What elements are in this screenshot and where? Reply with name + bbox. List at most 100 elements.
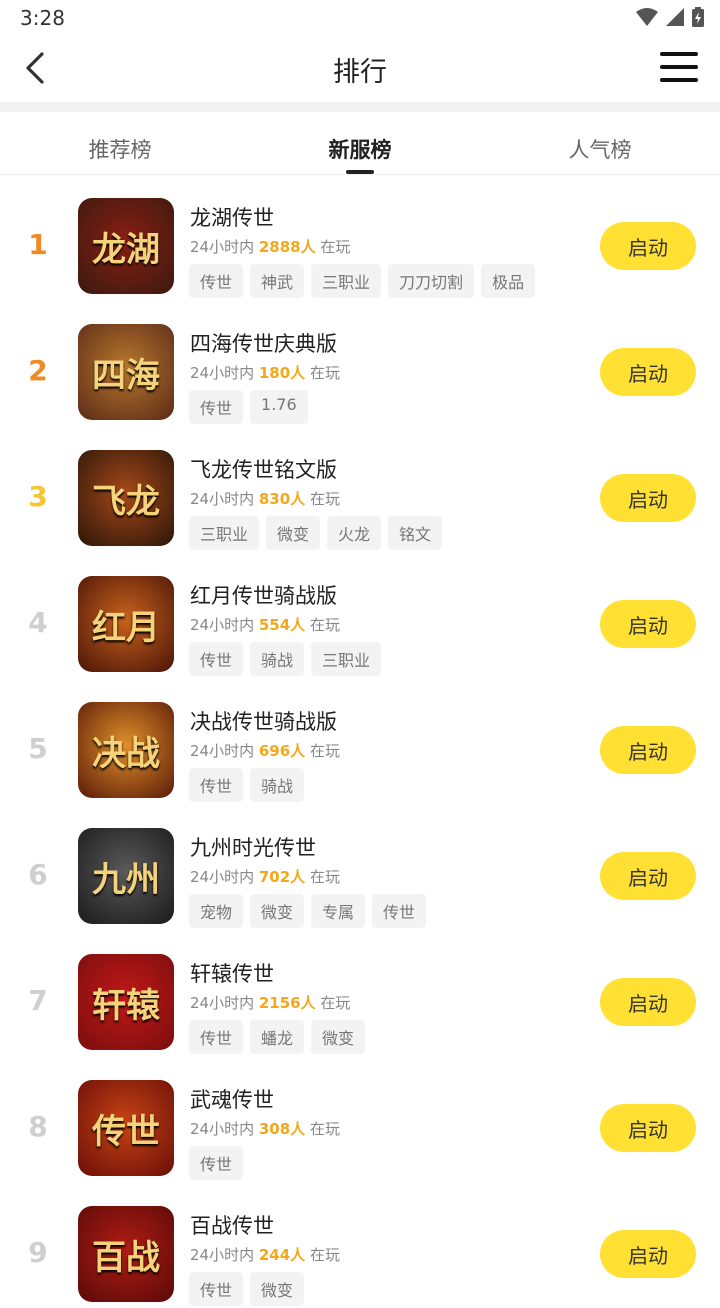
player-count: 2888人: [258, 238, 316, 256]
list-item[interactable]: 9 百战 百战传世 24小时内 244人 在玩传世 微变 启动: [0, 1182, 720, 1308]
tag: 三职业: [311, 642, 382, 676]
game-icon-logo-text: 传世: [92, 1111, 160, 1152]
tag-list: 传世 微变: [189, 1272, 305, 1306]
tag: 火龙: [327, 516, 382, 550]
menu-icon-line: [660, 78, 698, 82]
tag-list: 宠物 微变 专属 传世: [189, 894, 427, 928]
launch-button[interactable]: 启动: [600, 726, 696, 774]
game-icon-logo-text: 红月: [92, 607, 160, 648]
meta-prefix: 24小时内: [190, 616, 255, 634]
meta-prefix: 24小时内: [190, 490, 255, 508]
tag: 传世: [372, 894, 427, 928]
page-title: 排行: [333, 57, 387, 88]
tag: 传世: [189, 390, 244, 424]
tag-list: 三职业 微变 火龙 铭文: [189, 516, 443, 550]
list-item[interactable]: 3 飞龙 飞龙传世铭文版 24小时内 830人 在玩 三职业 微变 火龙 铭文 启动: [0, 426, 720, 552]
game-icon[interactable]: 百战: [78, 1206, 174, 1302]
game-icon[interactable]: 飞龙: [78, 450, 174, 546]
game-players-meta: 24小时内 244人 在玩: [190, 1244, 340, 1265]
app-header: 排行: [0, 36, 720, 102]
status-time: 3:28: [20, 6, 65, 30]
game-icon[interactable]: 龙湖: [78, 198, 174, 294]
tab-new-servers[interactable]: 新服榜: [280, 134, 440, 174]
game-players-meta: 24小时内 702人 在玩: [190, 866, 340, 887]
game-icon-logo-text: 飞龙: [92, 481, 160, 522]
tag: 神武: [250, 264, 305, 298]
game-icon[interactable]: 红月: [78, 576, 174, 672]
list-item[interactable]: 7 轩辕 轩辕传世 24小时内 2156人 在玩 传世 蟠龙 微变 启动: [0, 930, 720, 1056]
rank-number: 1: [28, 228, 48, 261]
meta-prefix: 24小时内: [190, 868, 255, 886]
game-icon-logo-text: 四海: [92, 355, 160, 396]
game-players-meta: 24小时内 830人 在玩: [190, 488, 340, 509]
player-count: 2156人: [258, 994, 316, 1012]
tag-list: 传世 神武 三职业 刀刀切割 极品: [189, 264, 536, 298]
meta-prefix: 24小时内: [190, 1246, 255, 1264]
tag: 铭文: [388, 516, 443, 550]
tag-list: 传世: [189, 1146, 244, 1180]
game-icon[interactable]: 传世: [78, 1080, 174, 1176]
rank-number: 5: [28, 732, 48, 765]
battery-icon: [692, 7, 704, 27]
tag: 极品: [481, 264, 536, 298]
tab-popular[interactable]: 人气榜: [520, 134, 680, 164]
game-players-meta: 24小时内 2888人 在玩: [190, 236, 350, 257]
list-item[interactable]: 2 四海 四海传世庆典版 24小时内 180人 在玩 传世 1.76 启动: [0, 300, 720, 426]
player-count: 830人: [258, 490, 306, 508]
game-name: 百战传世: [190, 1214, 274, 1238]
player-count: 180人: [258, 364, 306, 382]
meta-suffix: 在玩: [320, 994, 351, 1012]
meta-suffix: 在玩: [320, 238, 351, 256]
tab-new-servers-label: 新服榜: [328, 138, 392, 162]
meta-suffix: 在玩: [309, 364, 340, 382]
list-item[interactable]: 4 红月 红月传世骑战版 24小时内 554人 在玩 传世 骑战 三职业 启动: [0, 552, 720, 678]
game-players-meta: 24小时内 180人 在玩: [190, 362, 340, 383]
status-bar: 3:28: [0, 0, 720, 36]
list-item[interactable]: 6 九州 九州时光传世 24小时内 702人 在玩 宠物 微变 专属 传世 启动: [0, 804, 720, 930]
tag: 微变: [266, 516, 321, 550]
tag: 骑战: [250, 768, 305, 802]
meta-prefix: 24小时内: [190, 1120, 255, 1138]
tag: 传世: [189, 264, 244, 298]
game-name: 决战传世骑战版: [190, 710, 337, 734]
tag: 微变: [311, 1020, 366, 1054]
launch-button[interactable]: 启动: [600, 1104, 696, 1152]
launch-button[interactable]: 启动: [600, 474, 696, 522]
list-item[interactable]: 5 决战 决战传世骑战版 24小时内 696人 在玩传世 骑战 启动: [0, 678, 720, 804]
launch-button[interactable]: 启动: [600, 978, 696, 1026]
launch-button[interactable]: 启动: [600, 600, 696, 648]
list-item[interactable]: 1 龙湖 龙湖传世 24小时内 2888人 在玩传世 神武 三职业 刀刀切割 极品 启动: [0, 174, 720, 300]
meta-suffix: 在玩: [309, 1120, 340, 1138]
meta-suffix: 在玩: [309, 490, 340, 508]
rank-number: 6: [28, 858, 48, 891]
game-icon-logo-text: 龙湖: [92, 229, 160, 270]
tag: 传世: [189, 1272, 244, 1306]
launch-button[interactable]: 启动: [600, 852, 696, 900]
tab-recommended[interactable]: 推荐榜: [40, 134, 200, 164]
status-icons: [636, 7, 704, 27]
game-name: 龙湖传世: [190, 206, 274, 230]
meta-suffix: 在玩: [309, 1246, 340, 1264]
launch-button[interactable]: 启动: [600, 222, 696, 270]
game-name: 轩辕传世: [190, 962, 274, 986]
rank-number: 2: [28, 354, 48, 387]
game-icon[interactable]: 九州: [78, 828, 174, 924]
player-count: 702人: [258, 868, 306, 886]
launch-button[interactable]: 启动: [600, 348, 696, 396]
launch-button[interactable]: 启动: [600, 1230, 696, 1278]
game-icon[interactable]: 轩辕: [78, 954, 174, 1050]
meta-suffix: 在玩: [309, 868, 340, 886]
meta-suffix: 在玩: [309, 742, 340, 760]
tag-list: 传世 蟠龙 微变: [189, 1020, 366, 1054]
menu-button[interactable]: [660, 52, 698, 84]
game-icon[interactable]: 决战: [78, 702, 174, 798]
game-icon[interactable]: 四海: [78, 324, 174, 420]
rank-number: 9: [28, 1236, 48, 1269]
list-item[interactable]: 8 传世 武魂传世 24小时内 308人 在玩 传世 启动: [0, 1056, 720, 1182]
tag-list: 传世 骑战: [189, 768, 305, 802]
game-name: 红月传世骑战版: [190, 584, 337, 608]
game-players-meta: 24小时内 696人 在玩: [190, 740, 340, 761]
tag: 宠物: [189, 894, 244, 928]
tag: 三职业: [189, 516, 260, 550]
game-icon-logo-text: 轩辕: [92, 985, 160, 1026]
